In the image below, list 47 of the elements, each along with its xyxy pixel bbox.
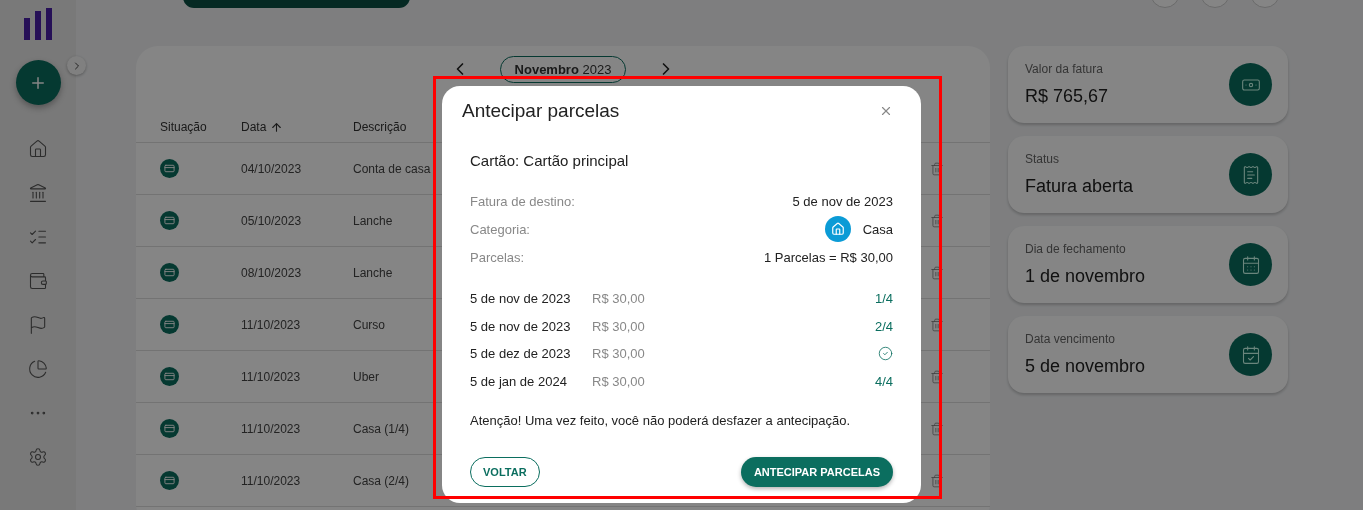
installment-number: 1/4 bbox=[874, 291, 893, 307]
card-label: Valor da fatura bbox=[1025, 62, 1104, 76]
card-value: R$ 765,67 bbox=[1025, 86, 1109, 107]
table-cell: Curso bbox=[353, 317, 385, 332]
table-cell: Lanche bbox=[353, 213, 393, 228]
installment-date: 5 de nov de 2023 bbox=[470, 318, 572, 334]
detail-label: Parcelas: bbox=[470, 249, 525, 265]
card-value: 1 de novembro bbox=[1025, 266, 1146, 287]
installment-date: 5 de jan de 2024 bbox=[470, 373, 568, 389]
table-cell: Conta de casa bbox=[353, 161, 431, 176]
table-cell: Casa (2/4) bbox=[353, 473, 410, 488]
table-cell: 05/10/2023 bbox=[241, 213, 302, 228]
detail-value: 1 Parcelas = R$ 30,00 bbox=[764, 249, 893, 265]
installment-date: 5 de nov de 2023 bbox=[470, 291, 572, 307]
installment-number: 2/4 bbox=[874, 318, 893, 334]
table-cell: Lanche bbox=[353, 265, 393, 280]
table-cell: 11/10/2023 bbox=[241, 369, 301, 384]
installment-date: 5 de dez de 2023 bbox=[470, 346, 572, 362]
table-cell: 11/10/2023 bbox=[241, 473, 301, 488]
column-header[interactable]: Data bbox=[241, 120, 267, 134]
confirm-button[interactable]: ANTECIPAR PARCELAS bbox=[740, 457, 893, 487]
detail-label: Categoria: bbox=[470, 221, 530, 237]
column-header[interactable]: Descrição bbox=[353, 120, 407, 134]
card-value: 5 de novembro bbox=[1025, 356, 1146, 377]
table-cell: 11/10/2023 bbox=[241, 421, 301, 436]
card-name: Cartão: Cartão principal bbox=[470, 152, 630, 169]
installment-amount: R$ 30,00 bbox=[592, 373, 645, 389]
dialog-title: Antecipar parcelas bbox=[462, 100, 620, 122]
installment-amount: R$ 30,00 bbox=[592, 346, 645, 362]
table-cell: Uber bbox=[353, 369, 379, 384]
table-cell: Casa (1/4) bbox=[353, 421, 410, 436]
table-cell: 11/10/2023 bbox=[241, 317, 301, 332]
card-label: Status bbox=[1025, 152, 1061, 166]
detail-label: Fatura de destino: bbox=[470, 193, 575, 209]
table-cell: 04/10/2023 bbox=[241, 161, 302, 176]
detail-value: 5 de nov de 2023 bbox=[792, 193, 893, 209]
table-cell: 08/10/2023 bbox=[241, 265, 302, 280]
installment-amount: R$ 30,00 bbox=[592, 318, 645, 334]
card-label: Dia de fechamento bbox=[1025, 242, 1127, 256]
column-header[interactable]: Situação bbox=[160, 120, 207, 134]
installment-number: 4/4 bbox=[874, 373, 893, 389]
back-button[interactable]: VOLTAR bbox=[470, 457, 540, 487]
warning-text: Atenção! Uma vez feito, você não poderá desfazer a antecipação. bbox=[470, 413, 852, 428]
detail-value: Casa bbox=[862, 221, 893, 237]
installment-amount: R$ 30,00 bbox=[592, 291, 645, 307]
card-value: Fatura aberta bbox=[1025, 176, 1134, 197]
card-label: Data vencimento bbox=[1025, 332, 1117, 346]
